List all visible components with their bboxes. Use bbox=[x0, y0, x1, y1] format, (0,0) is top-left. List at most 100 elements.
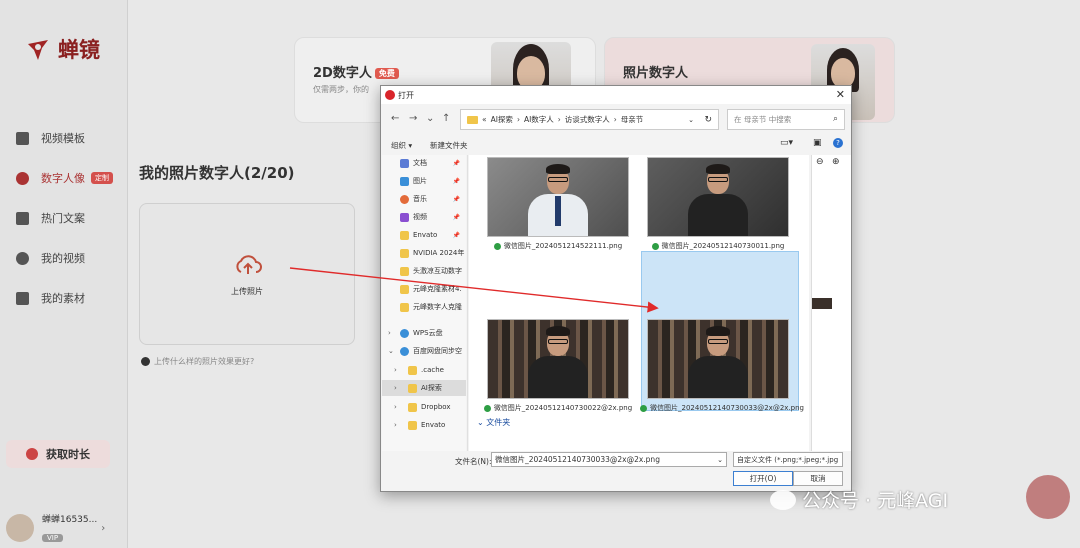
nav-item-my-materials[interactable]: 我的素材 bbox=[16, 290, 85, 306]
tree-item-videos[interactable]: 视频 📌 bbox=[382, 209, 466, 225]
pane-divider[interactable] bbox=[467, 155, 468, 451]
get-time-button[interactable]: 获取时长 bbox=[6, 440, 110, 468]
chevron-right-icon: › bbox=[101, 522, 106, 534]
expand-icon[interactable]: › bbox=[388, 329, 391, 337]
play-icon bbox=[16, 251, 29, 265]
address-bar[interactable]: « AI探索 › AI数字人 › 访谈式数字人 › 母亲节 ⌄ ↻ bbox=[460, 109, 719, 130]
file-thumbnail[interactable] bbox=[487, 157, 629, 237]
preview-pane-icon[interactable]: ▣ bbox=[813, 138, 822, 148]
file-thumbnail[interactable] bbox=[487, 319, 629, 399]
search-input[interactable]: 在 母亲节 中搜索 ⌕ bbox=[727, 109, 845, 130]
vip-badge: VIP bbox=[42, 534, 64, 542]
tree-item-dropbox[interactable]: › Dropbox bbox=[382, 399, 466, 415]
breadcrumb-item[interactable]: 母亲节 bbox=[621, 114, 644, 125]
tree-item-cache[interactable]: › .cache bbox=[382, 362, 466, 378]
sync-check-icon bbox=[651, 242, 659, 250]
file-name[interactable]: 微信图片_20240512140730022@2x.png bbox=[473, 403, 643, 413]
tree-item-folder[interactable]: NVIDIA 2024年 bbox=[382, 245, 466, 261]
file-name[interactable]: 微信图片_20240512140730011.png bbox=[633, 241, 803, 251]
tree-item-documents[interactable]: 文档 📌 bbox=[382, 155, 466, 171]
zoom-in-icon[interactable]: ⊕ bbox=[832, 157, 840, 167]
sidebar: 蝉镜 视频模板 数字人像 定制 热门文案 我的视频 我的素材 获取时长 蝉蝉16… bbox=[0, 0, 128, 548]
expand-icon[interactable]: › bbox=[394, 403, 397, 411]
upload-photo-button[interactable]: 上传照片 bbox=[139, 203, 355, 345]
tree-item-envato[interactable]: › Envato bbox=[382, 417, 466, 433]
hint-text: 上传什么样的照片效果更好? bbox=[154, 357, 255, 366]
expand-icon[interactable]: › bbox=[394, 366, 397, 374]
navigation-tree: 文档 📌 图片 📌 音乐 📌 视频 📌 Envato 📌 NVIDIA 2024年 头激凉… bbox=[382, 155, 466, 451]
app-logo[interactable]: 蝉镜 bbox=[26, 34, 100, 64]
portrait-face bbox=[831, 58, 855, 88]
organize-button[interactable]: 组织 ▾ bbox=[391, 140, 412, 151]
upload-hint[interactable]: 上传什么样的照片效果更好? bbox=[141, 356, 254, 367]
refresh-icon[interactable]: ↻ bbox=[704, 115, 712, 125]
file-open-dialog: 打开 ✕ ← → ⌄ ↑ « AI探索 › AI数字人 › 访谈式数字人 › 母… bbox=[380, 85, 852, 492]
folder-icon bbox=[408, 365, 417, 375]
tree-item-folder[interactable]: 元峰克隆素材4. bbox=[382, 281, 466, 297]
cancel-button[interactable]: 取消 bbox=[793, 471, 843, 486]
preview-pane: ⊖ ⊕ bbox=[811, 155, 851, 451]
file-thumbnail-selected[interactable] bbox=[647, 319, 789, 399]
sync-check-icon bbox=[483, 404, 491, 412]
cloud-upload-icon bbox=[236, 255, 262, 274]
nav-item-digital-avatar[interactable]: 数字人像 定制 bbox=[16, 170, 113, 186]
floating-action-button[interactable] bbox=[1026, 475, 1070, 519]
video-icon bbox=[400, 212, 409, 222]
file-name[interactable]: 微信图片_2024051214522111.png bbox=[473, 241, 643, 251]
view-options-icon[interactable]: ▭▾ bbox=[780, 138, 793, 148]
pin-icon: 📌 bbox=[452, 195, 460, 203]
watermark: 公众号 · 元峰AGI bbox=[770, 486, 948, 513]
group-header[interactable]: ⌄ 文件夹 bbox=[477, 417, 510, 428]
wechat-icon bbox=[770, 489, 796, 510]
chevron-down-icon[interactable]: ⌄ bbox=[717, 456, 723, 464]
picture-icon bbox=[400, 176, 409, 186]
forward-icon[interactable]: → bbox=[409, 113, 417, 124]
collapse-icon[interactable]: ⌄ bbox=[388, 347, 394, 355]
dropdown-icon[interactable]: ⌄ bbox=[688, 116, 694, 124]
folder-icon bbox=[400, 266, 409, 276]
tree-item-music[interactable]: 音乐 📌 bbox=[382, 191, 466, 207]
folder-icon bbox=[408, 402, 417, 412]
zoom-out-icon[interactable]: ⊖ bbox=[816, 157, 824, 167]
file-type-select[interactable]: 自定义文件 (*.png;*.jpeg;*.jpg bbox=[733, 452, 843, 467]
tree-item-baidu-netdisk[interactable]: ⌄ 百度网盘同步空 bbox=[382, 343, 466, 359]
tree-item-wps-cloud[interactable]: › WPS云盘 bbox=[382, 325, 466, 341]
close-icon[interactable]: ✕ bbox=[836, 88, 845, 101]
nav-label: 数字人像 bbox=[41, 172, 85, 185]
nav-item-video-templates[interactable]: 视频模板 bbox=[16, 130, 85, 146]
custom-badge: 定制 bbox=[91, 172, 113, 184]
breadcrumb-item[interactable]: 访谈式数字人 bbox=[565, 114, 610, 125]
back-icon[interactable]: ← bbox=[391, 113, 399, 124]
nav-item-hot-copy[interactable]: 热门文案 bbox=[16, 210, 85, 226]
chevron-down-icon[interactable]: ⌄ bbox=[426, 113, 434, 124]
file-name-selected[interactable]: 微信图片_20240512140730033@2x@2x.png bbox=[637, 403, 807, 413]
help-icon[interactable]: ? bbox=[833, 138, 843, 148]
open-button[interactable]: 打开(O) bbox=[733, 471, 793, 486]
expand-icon[interactable]: › bbox=[394, 384, 397, 392]
tree-item-ai-explore[interactable]: › AI探索 bbox=[382, 380, 466, 396]
grid-icon bbox=[16, 131, 29, 145]
nav-item-my-videos[interactable]: 我的视频 bbox=[16, 250, 85, 266]
breadcrumb-separator: › bbox=[516, 115, 520, 124]
card-subtitle: 仅需两步，你的 bbox=[313, 85, 369, 94]
expand-icon[interactable]: › bbox=[394, 421, 397, 429]
filename-value: 微信图片_20240512140730033@2x@2x.png bbox=[495, 455, 660, 464]
folder-icon bbox=[467, 115, 478, 124]
file-thumbnail[interactable] bbox=[647, 157, 789, 237]
user-profile[interactable]: 蝉蝉16535... VIP › bbox=[6, 512, 105, 544]
folder-icon bbox=[400, 302, 409, 312]
navigation-bar: ← → ⌄ ↑ « AI探索 › AI数字人 › 访谈式数字人 › 母亲节 ⌄ … bbox=[381, 108, 851, 130]
breadcrumb-item[interactable]: AI探索 bbox=[491, 114, 513, 125]
breadcrumb-item[interactable]: AI数字人 bbox=[524, 114, 554, 125]
new-folder-button[interactable]: 新建文件夹 bbox=[430, 140, 468, 151]
preview-image bbox=[812, 298, 832, 309]
tree-item-pictures[interactable]: 图片 📌 bbox=[382, 173, 466, 189]
user-name: 蝉蝉16535... bbox=[42, 515, 98, 525]
breadcrumb-overflow[interactable]: « bbox=[482, 115, 487, 124]
tree-item-folder[interactable]: 元峰数字人克隆 bbox=[382, 299, 466, 315]
filename-input[interactable]: 微信图片_20240512140730033@2x@2x.png ⌄ bbox=[491, 452, 727, 467]
tree-item-folder[interactable]: 头激凉互动数字 bbox=[382, 263, 466, 279]
up-icon[interactable]: ↑ bbox=[442, 113, 450, 124]
card-title: 照片数字人 bbox=[623, 66, 689, 81]
tree-item-envato-pinned[interactable]: Envato 📌 bbox=[382, 227, 466, 243]
